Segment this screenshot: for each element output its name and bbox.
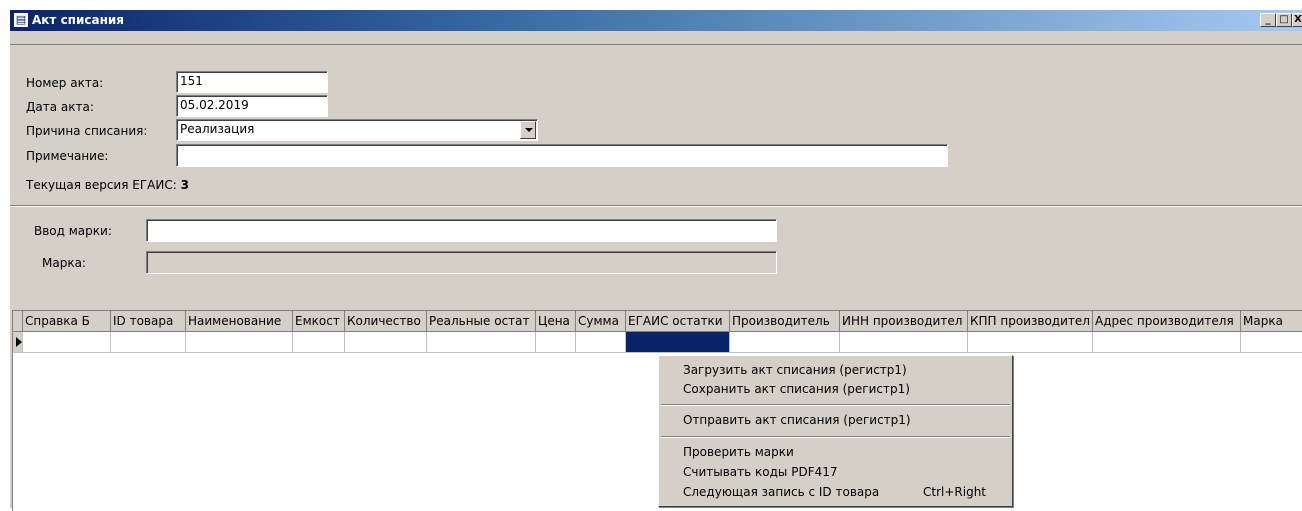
table-cell[interactable] [1241, 331, 1302, 352]
column-header[interactable]: Количество [345, 311, 427, 331]
column-header[interactable]: ID товара [111, 311, 186, 331]
table-cell[interactable] [111, 331, 186, 352]
items-table: Справка Б ID товара Наименование Емкост … [13, 311, 1302, 353]
menu-item-check-marks[interactable]: Проверить марки [683, 445, 794, 459]
current-row-arrow-icon [16, 337, 22, 347]
act-number-field[interactable]: 151 [176, 71, 328, 93]
toolbar-strip [10, 34, 1302, 45]
column-header[interactable]: КПП производител [968, 311, 1093, 331]
column-header[interactable]: Справка Б [23, 311, 111, 331]
mark-input-label: Ввод марки: [34, 224, 112, 238]
reason-label: Причина списания: [26, 124, 147, 138]
column-header[interactable]: Реальные остат [427, 311, 536, 331]
table-cell[interactable] [840, 331, 968, 352]
menu-item-load-act[interactable]: Загрузить акт списания (регистр1) [683, 363, 907, 377]
window-title: Акт списания [32, 13, 124, 27]
mark-input-field[interactable] [146, 219, 777, 242]
section-divider [10, 205, 1302, 207]
table-cell[interactable] [186, 331, 293, 352]
egais-version-row: Текущая версия ЕГАИС: 3 [26, 178, 189, 192]
close-button[interactable]: X [1292, 13, 1302, 27]
menu-item-read-pdf417[interactable]: Считывать коды PDF417 [683, 465, 838, 479]
table-cell[interactable] [730, 331, 840, 352]
note-field[interactable] [176, 144, 948, 167]
table-cell[interactable] [23, 331, 111, 352]
reason-select[interactable]: Реализация [176, 119, 538, 141]
column-header[interactable]: Наименование [186, 311, 293, 331]
document-icon[interactable]: ▤ [14, 13, 28, 27]
write-off-act-window: ▤ Акт списания _ □ X Номер акта: 151 Дат… [8, 8, 1302, 508]
menu-item-next-record-shortcut: Ctrl+Right [923, 485, 986, 499]
egais-version-value: 3 [181, 178, 189, 192]
reason-select-value: Реализация [180, 122, 254, 136]
column-header[interactable]: ИНН производител [840, 311, 968, 331]
column-header[interactable]: Адрес производителя [1093, 311, 1241, 331]
menu-separator [661, 404, 1010, 406]
context-menu: Загрузить акт списания (регистр1) Сохран… [658, 355, 1013, 507]
note-label: Примечание: [26, 149, 108, 163]
selected-cell[interactable] [626, 331, 730, 352]
table-cell[interactable] [576, 331, 626, 352]
column-header[interactable]: Производитель [730, 311, 840, 331]
column-header[interactable]: Емкост [293, 311, 345, 331]
column-header[interactable]: ЕГАИС остатки [626, 311, 730, 331]
table-cell[interactable] [293, 331, 345, 352]
menu-separator [661, 436, 1010, 438]
column-header[interactable]: Сумма [576, 311, 626, 331]
table-cell[interactable] [427, 331, 536, 352]
act-date-field[interactable]: 05.02.2019 [176, 95, 328, 117]
menu-item-send-act[interactable]: Отправить акт списания (регистр1) [683, 413, 911, 427]
table-cell[interactable] [536, 331, 576, 352]
items-grid[interactable]: Справка Б ID товара Наименование Емкост … [12, 310, 1302, 511]
title-bar[interactable]: ▤ Акт списания _ □ X [10, 10, 1302, 31]
table-row[interactable] [13, 331, 1302, 352]
act-date-label: Дата акта: [26, 100, 94, 114]
table-cell[interactable] [1093, 331, 1241, 352]
act-number-label: Номер акта: [26, 76, 103, 90]
row-indicator-header [13, 311, 23, 331]
grid-header-row: Справка Б ID товара Наименование Емкост … [13, 311, 1302, 331]
table-cell[interactable] [345, 331, 427, 352]
row-indicator[interactable] [13, 331, 23, 352]
table-cell[interactable] [968, 331, 1093, 352]
column-header[interactable]: Марка [1241, 311, 1302, 331]
chevron-down-icon[interactable] [520, 121, 536, 139]
minimize-button[interactable]: _ [1260, 13, 1276, 27]
column-header[interactable]: Цена [536, 311, 576, 331]
menu-item-save-act[interactable]: Сохранить акт списания (регистр1) [683, 382, 910, 396]
menu-item-next-record[interactable]: Следующая запись с ID товара [683, 485, 879, 499]
maximize-button[interactable]: □ [1276, 13, 1292, 27]
mark-label: Марка: [42, 256, 86, 270]
mark-display-field [146, 251, 777, 274]
egais-version-label: Текущая версия ЕГАИС: [26, 178, 177, 192]
